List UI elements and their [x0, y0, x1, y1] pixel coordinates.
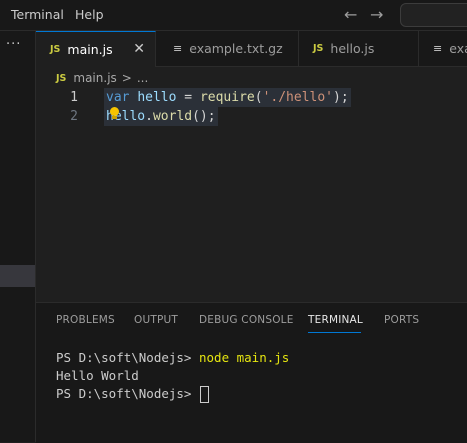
panel-tab-problems[interactable]: PROBLEMS [56, 314, 115, 326]
terminal-command: node main.js [199, 350, 290, 365]
lightbulb-base [112, 116, 117, 119]
terminal-line[interactable]: PS D:\soft\Nodejs> node main.js [56, 350, 289, 365]
bottom-panel: PROBLEMS OUTPUT DEBUG CONSOLE TERMINAL P… [36, 302, 467, 443]
terminal-prompt: PS D:\soft\Nodejs> [56, 350, 199, 365]
sidebar-selected-item[interactable] [0, 265, 35, 287]
tab-hello-js[interactable]: JS hello.js [299, 31, 419, 66]
tab-label: example.txt.gz [189, 41, 283, 56]
breadcrumb-symbols[interactable]: ... [137, 71, 148, 85]
function-token: world [152, 109, 193, 124]
panel-tab-debug-console[interactable]: DEBUG CONSOLE [199, 314, 294, 326]
function-token: require [199, 90, 255, 105]
panel-tab-output[interactable]: OUTPUT [134, 314, 178, 326]
line-number: 2 [70, 109, 78, 124]
tab-main-js[interactable]: JS main.js ✕ [36, 31, 156, 67]
code-editor[interactable]: 1 var hello = require('./hello'); 2 hell… [36, 88, 467, 302]
more-actions-icon[interactable]: ··· [6, 37, 21, 52]
panel-tab-terminal[interactable]: TERMINAL [308, 314, 363, 326]
code-line: 1 var hello = require('./hello'); [36, 88, 467, 107]
breadcrumb: JS main.js > ... [56, 70, 148, 86]
code-text[interactable]: var hello = require('./hello'); [104, 88, 351, 107]
arrow-right-icon[interactable]: → [370, 5, 383, 24]
punctuation-token: ); [333, 90, 349, 105]
code-text[interactable]: hello.world(); [104, 107, 218, 126]
active-tab-indicator [308, 332, 361, 333]
punctuation-token: (); [192, 109, 216, 124]
line-number: 1 [70, 90, 78, 105]
command-center-search[interactable] [400, 3, 467, 27]
terminal-line[interactable]: PS D:\soft\Nodejs> [56, 386, 209, 403]
operator-token: = [176, 90, 200, 105]
keyword-token: var [106, 90, 130, 105]
lightbulb-icon[interactable] [109, 107, 120, 121]
sidebar: ··· [0, 31, 36, 442]
tab-exa[interactable]: ≡ exa [419, 31, 467, 66]
js-file-icon: JS [313, 43, 324, 54]
editor-tabs: JS main.js ✕ ≡ example.txt.gz JS hello.j… [36, 31, 467, 67]
title-bar: Terminal Help ← → [0, 0, 467, 31]
menu-help[interactable]: Help [75, 7, 104, 22]
string-token: './hello' [262, 90, 334, 105]
breadcrumb-file[interactable]: main.js [73, 71, 116, 85]
terminal-prompt: PS D:\soft\Nodejs> [56, 386, 199, 401]
tab-example-txt-gz[interactable]: ≡ example.txt.gz [159, 31, 299, 66]
chevron-right-icon: > [121, 71, 132, 85]
menu-terminal[interactable]: Terminal [11, 7, 64, 22]
tab-label: exa [449, 41, 467, 56]
identifier-token: hello [137, 90, 177, 105]
terminal-output: Hello World [56, 368, 139, 383]
arrow-left-icon[interactable]: ← [344, 5, 357, 24]
code-line: 2 hello.world(); [36, 107, 467, 126]
panel-tab-ports[interactable]: PORTS [384, 314, 419, 326]
tab-label: hello.js [330, 41, 375, 56]
text-file-icon: ≡ [173, 42, 183, 55]
js-file-icon: JS [50, 44, 61, 55]
punctuation-token: . [145, 109, 153, 124]
js-file-icon: JS [56, 72, 67, 84]
terminal-cursor [200, 386, 209, 403]
tab-label: main.js [67, 42, 113, 57]
close-icon[interactable]: ✕ [133, 41, 145, 57]
lightbulb-glass [110, 107, 119, 116]
punctuation-token: ( [254, 90, 263, 105]
text-file-icon: ≡ [433, 42, 443, 55]
